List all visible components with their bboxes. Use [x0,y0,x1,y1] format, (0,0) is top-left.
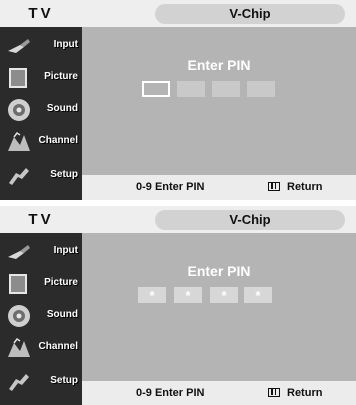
sound-icon [8,99,30,121]
tv-label: TV [28,211,54,228]
menu-item-label: Channel [38,341,78,352]
footer-bar: 0-9 Enter PIN Return [82,175,356,200]
setup-icon [9,374,29,391]
return-button[interactable]: Return [287,387,322,399]
pin-digit-3[interactable]: * [210,287,238,303]
menu-item-label: Setup [50,169,78,180]
sound-icon [8,305,30,327]
enter-pin-hint: 0-9 Enter PIN [136,387,205,399]
pin-digit-2[interactable] [177,81,205,97]
menu-title: V-Chip [155,210,345,230]
menu-item-label: Sound [46,309,78,320]
menu-item-picture[interactable]: Picture [0,268,82,300]
top-bar: TV V-Chip [0,206,356,233]
return-button[interactable]: Return [287,181,322,193]
menu-item-sound[interactable]: Sound [0,94,82,126]
top-bar: TV V-Chip [0,0,356,27]
side-menu: Input Picture Sound Channel Setup [0,233,82,405]
menu-item-label: Channel [38,135,78,146]
menu-item-label: Input [53,39,78,50]
pin-digit-4[interactable] [247,81,275,97]
menu-item-label: Picture [44,71,78,82]
pin-digit-3[interactable] [212,81,240,97]
enter-pin-hint: 0-9 Enter PIN [136,181,205,193]
channel-icon [8,131,30,151]
footer-bar: 0-9 Enter PIN Return [82,381,356,405]
return-icon [268,388,280,397]
pin-panel: Enter PIN [82,27,356,175]
menu-item-label: Picture [44,277,78,288]
return-icon [268,182,280,191]
pin-input-row: * * * * [82,287,356,305]
picture-icon [9,274,27,294]
tv-label: TV [28,5,54,22]
pin-heading: Enter PIN [187,57,251,73]
pin-digit-2[interactable]: * [174,287,202,303]
pin-digit-1[interactable]: * [138,287,166,303]
menu-item-label: Input [53,245,78,256]
pin-digit-4[interactable]: * [244,287,272,303]
menu-item-setup[interactable]: Setup [0,160,82,192]
menu-item-input[interactable]: Input [0,236,82,268]
pin-input-row [82,81,356,99]
menu-item-channel[interactable]: Channel [0,332,82,364]
menu-title: V-Chip [155,4,345,24]
menu-item-label: Sound [46,103,78,114]
menu-item-input[interactable]: Input [0,30,82,62]
menu-item-sound[interactable]: Sound [0,300,82,332]
channel-icon [8,337,30,357]
input-icon [8,245,30,259]
picture-icon [9,68,27,88]
pin-heading: Enter PIN [187,263,251,279]
pin-digit-1[interactable] [142,81,170,97]
setup-icon [9,168,29,185]
vchip-screen-filled: TV V-Chip Input Picture Sound Channel Se… [0,206,356,405]
vchip-screen-empty: TV V-Chip Input Picture Sound Channel Se… [0,0,356,200]
pin-panel: Enter PIN * * * * [82,233,356,381]
menu-item-picture[interactable]: Picture [0,62,82,94]
input-icon [8,39,30,53]
side-menu: Input Picture Sound Channel Setup [0,27,82,200]
menu-item-label: Setup [50,375,78,386]
menu-item-channel[interactable]: Channel [0,126,82,158]
menu-item-setup[interactable]: Setup [0,366,82,398]
